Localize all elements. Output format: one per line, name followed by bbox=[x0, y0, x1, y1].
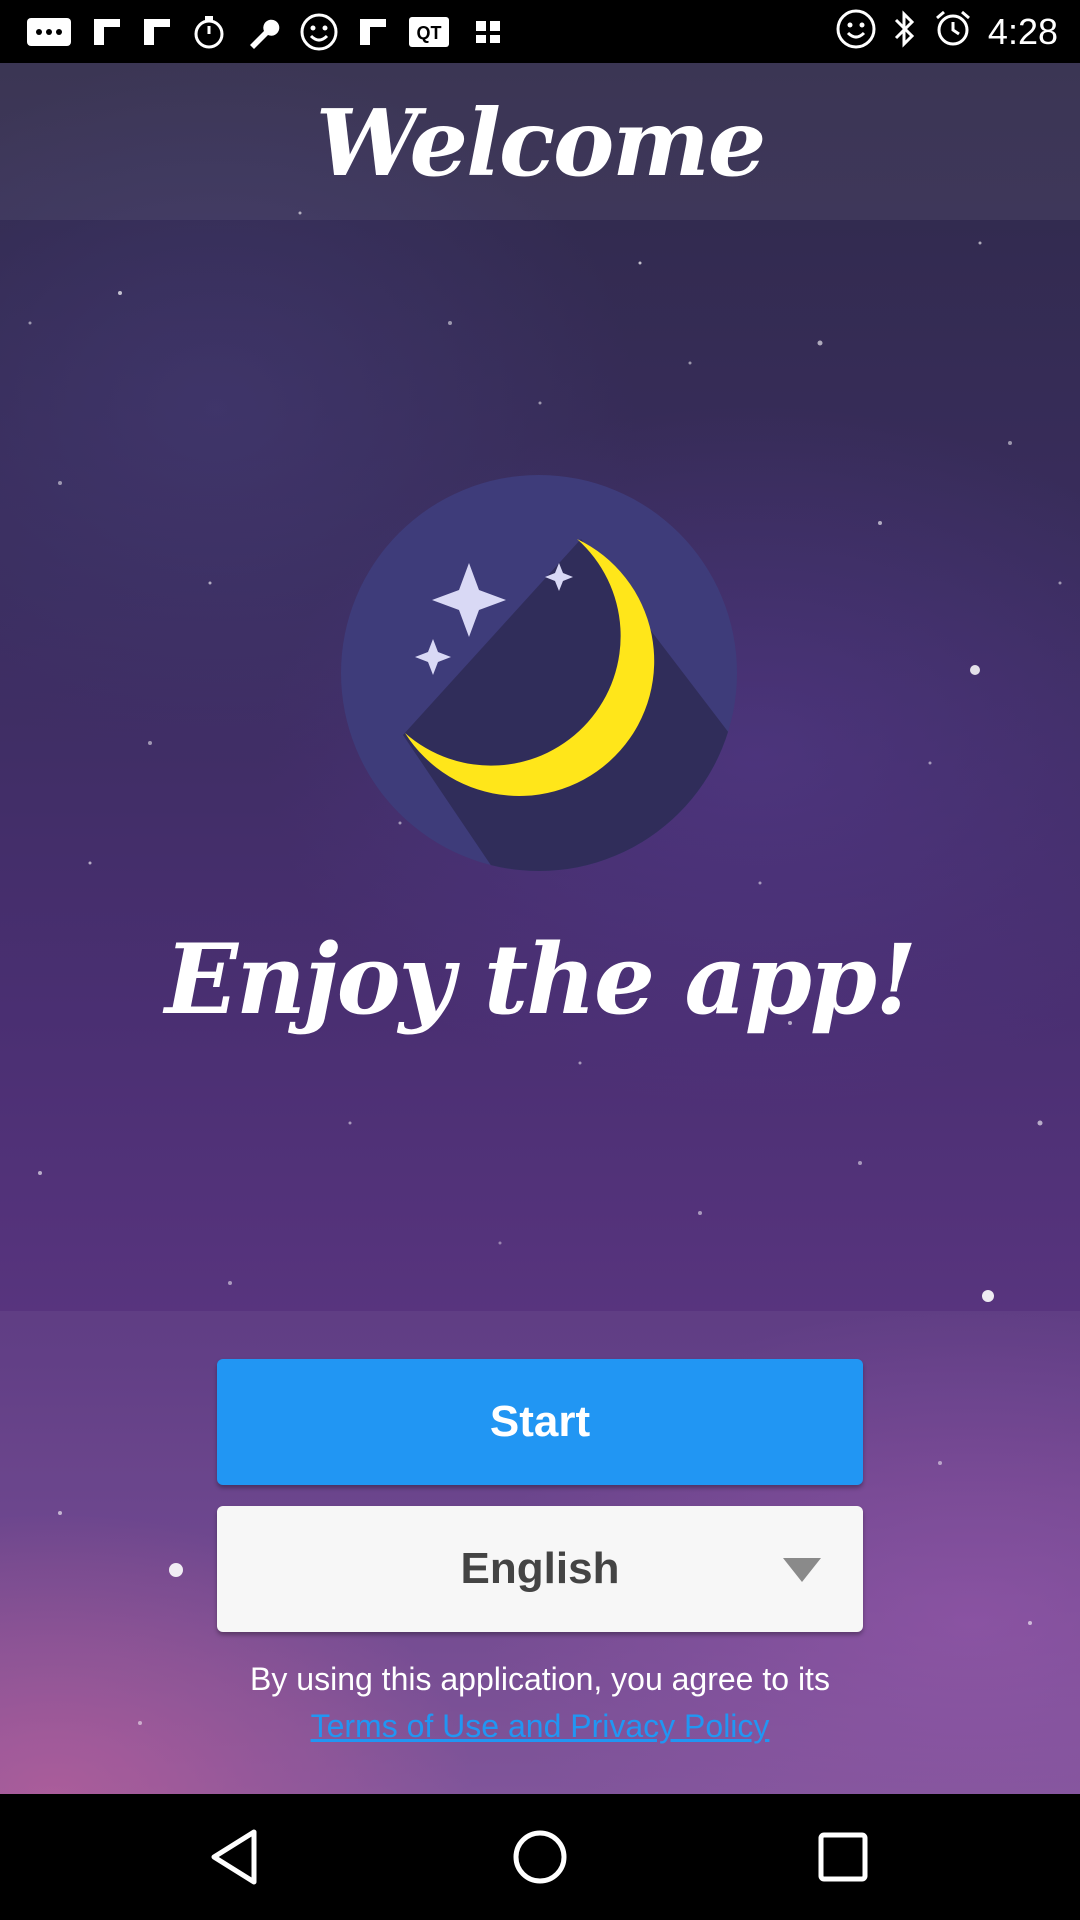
notification-icons: QT bbox=[26, 13, 506, 51]
agreement-text: By using this application, you agree to … bbox=[250, 1661, 830, 1697]
smiley-icon bbox=[836, 9, 876, 54]
timer-icon bbox=[192, 15, 226, 49]
back-icon[interactable] bbox=[204, 1824, 270, 1890]
navigation-bar bbox=[0, 1794, 1080, 1920]
moon-stars-icon bbox=[341, 475, 737, 871]
svg-text:QT: QT bbox=[417, 23, 442, 43]
qt-icon: QT bbox=[408, 16, 450, 48]
start-button[interactable]: Start bbox=[217, 1359, 863, 1485]
dropdown-arrow-icon bbox=[783, 1558, 821, 1587]
bluetooth-icon bbox=[892, 10, 918, 53]
status-bar: QT 4:28 bbox=[0, 0, 1080, 63]
language-select[interactable]: English bbox=[217, 1506, 863, 1632]
clock: 4:28 bbox=[987, 10, 1058, 52]
wrench-icon bbox=[246, 15, 280, 49]
settings-icon bbox=[470, 15, 506, 49]
status-right: 4:28 bbox=[836, 9, 1058, 54]
smiley-icon bbox=[300, 13, 338, 51]
flipboard-icon bbox=[358, 17, 388, 47]
recents-icon[interactable] bbox=[810, 1824, 876, 1890]
home-icon[interactable] bbox=[507, 1824, 573, 1890]
message-icon bbox=[26, 17, 72, 47]
page-title: Welcome bbox=[315, 89, 767, 197]
tagline: Enjoy the app! bbox=[164, 923, 917, 1036]
terms-link[interactable]: Terms of Use and Privacy Policy bbox=[0, 1708, 1080, 1745]
alarm-icon bbox=[934, 10, 972, 53]
flipboard-icon bbox=[92, 17, 122, 47]
welcome-screen: Welcome Enjoy the app! Start English By … bbox=[0, 63, 1080, 1794]
flipboard-icon bbox=[142, 17, 172, 47]
language-value: English bbox=[460, 1544, 620, 1593]
